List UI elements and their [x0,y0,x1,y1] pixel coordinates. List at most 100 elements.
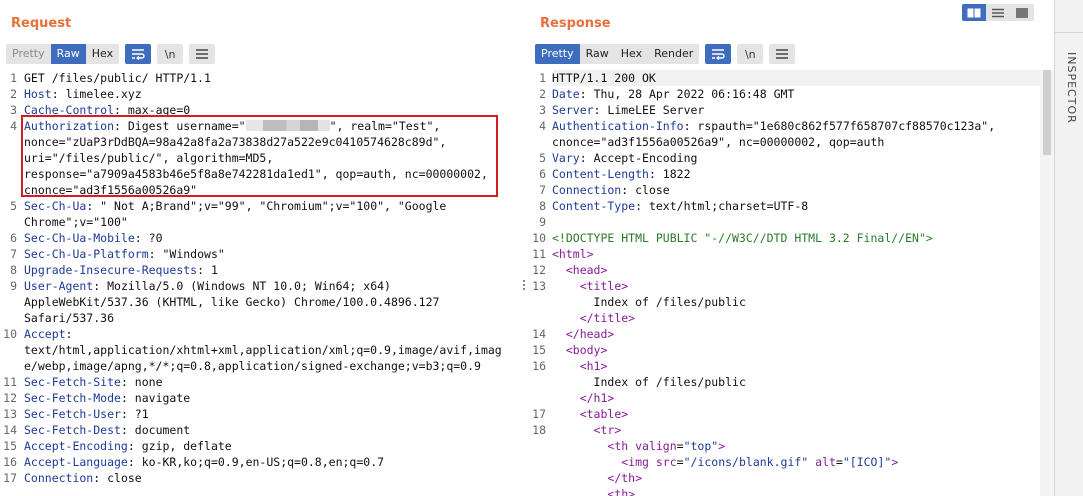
code-line: User-Agent: Mozilla/5.0 (Windows NT 10.0… [24,278,391,294]
code-line: Chrome";v="100" [24,214,128,230]
line-number: 8 [539,199,546,213]
code-line: Vary: Accept-Encoding [552,150,697,166]
tab-hex[interactable]: Hex [85,44,120,64]
tab-raw[interactable]: Raw [50,44,86,64]
layout-side-by-side-button[interactable] [962,4,986,21]
code-line: Sec-Fetch-User: ?1 [24,406,149,422]
text-content: HTTP/1.1 200 OK [552,71,656,85]
html-attr-value: "[ICO]" [842,455,892,469]
separator: : [593,103,608,117]
code-line: <html> [552,246,594,262]
line-number: 12 [3,391,17,405]
html-attr-name: alt [808,455,836,469]
header-value: Mozilla/5.0 (Windows NT 10.0; Win64; x64… [107,279,391,293]
line-number: 5 [539,151,546,165]
line-number: 11 [532,247,546,261]
header-value: navigate [134,391,191,405]
tab-hex[interactable]: Hex [614,44,649,64]
code-line: Sec-Ch-Ua: " Not A;Brand";v="99", "Chrom… [24,198,446,214]
code-line: Sec-Fetch-Site: none [24,374,163,390]
request-menu-button[interactable] [189,44,216,64]
header-value: document [134,423,191,437]
header-key: Vary [552,151,580,165]
separator: : [127,455,142,469]
separator: : [683,119,698,133]
html-tag: </th> [607,471,643,485]
request-view-tabs: Pretty Raw Hex [6,44,120,64]
code-line: e/webp,image/apng,*/*;q=0.8,application/… [24,358,481,374]
html-tag: </h1> [579,391,615,405]
separator: : [635,199,649,213]
code-line: <table> [552,406,628,422]
newline-icon: \n [744,47,756,61]
tab-pretty[interactable]: Pretty [6,44,51,64]
single-pane-icon [1016,7,1028,18]
show-newlines-button[interactable]: \n [157,44,184,64]
header-key: Sec-Ch-Ua-Platform [24,247,149,261]
header-key: Sec-Ch-Ua [24,199,87,213]
header-value: Chrome";v="100" [24,215,128,229]
html-attr-name: src [648,455,677,469]
code-line: Authentication-Info: rspauth="1e680c862f… [552,118,995,134]
wrap-lines-button[interactable] [705,44,732,64]
response-scrollbar-thumb[interactable] [1043,70,1051,155]
header-key: Server [552,103,594,117]
line-number: 4 [10,119,17,133]
request-pane: Request Pretty Raw Hex \n 1 GET /files/pu… [0,0,517,496]
tab-raw[interactable]: Raw [579,44,615,64]
html-attr-value: "top" [683,439,719,453]
tab-render[interactable]: Render [648,44,700,64]
header-value: ?0 [148,231,163,245]
header-value: Accept-Encoding [593,151,698,165]
html-tag: <html> [552,247,594,261]
header-key: Date [552,87,580,101]
show-newlines-button[interactable]: \n [737,44,764,64]
wrap-lines-button[interactable] [125,44,152,64]
separator: : [120,407,135,421]
html-tag: <body> [565,343,608,357]
code-line: </head> [552,326,614,342]
request-title: Request [11,16,72,31]
html-tag: <h1> [579,359,608,373]
header-key: Accept-Language [24,455,128,469]
separator: : [579,87,594,101]
response-toolbar: Pretty Raw Hex Render \n [535,44,796,64]
line-number: 6 [539,167,546,181]
line-number: 10 [532,231,546,245]
layout-tabs-button[interactable] [1010,4,1034,21]
inspector-label[interactable]: INSPECTOR [1060,52,1078,124]
header-value: Thu, 28 Apr 2022 06:16:48 GMT [593,87,795,101]
code-line: Index of /files/public [552,294,746,310]
menu-icon [196,49,209,59]
header-key: Connection [552,183,622,197]
code-line: Accept-Language: ko-KR,ko;q=0.9,en-US;q=… [24,454,384,470]
separator: : [197,263,211,277]
tab-pretty[interactable]: Pretty [535,44,580,64]
header-value: text/html,application/xhtml+xml,applicat… [24,343,502,357]
header-key: Sec-Fetch-User [24,407,121,421]
response-view-tabs: Pretty Raw Hex Render [535,44,700,64]
code-line: cnonce="ad3f1556a00526a9", nc=00000002, … [552,134,884,150]
code-line: <th> [552,486,635,496]
layout-stacked-button[interactable] [986,4,1010,21]
response-menu-button[interactable] [769,44,796,64]
code-line: Content-Length: 1822 [552,166,691,182]
code-line: text/html,application/xhtml+xml,applicat… [24,342,502,358]
code-line: </h1> [552,390,615,406]
line-number: 14 [532,327,546,341]
html-tag-close: > [891,455,899,469]
rows-icon [992,8,1004,17]
header-value: 1822 [662,167,691,181]
separator: : [621,183,636,197]
code-line: Sec-Fetch-Mode: navigate [24,390,190,406]
separator: : [127,439,142,453]
code-line: Sec-Ch-Ua-Platform: "Windows" [24,246,225,262]
pane-splitter-handle[interactable] [521,280,527,294]
header-value: text/html;charset=UTF-8 [648,199,809,213]
html-tag: <th> [607,487,636,496]
